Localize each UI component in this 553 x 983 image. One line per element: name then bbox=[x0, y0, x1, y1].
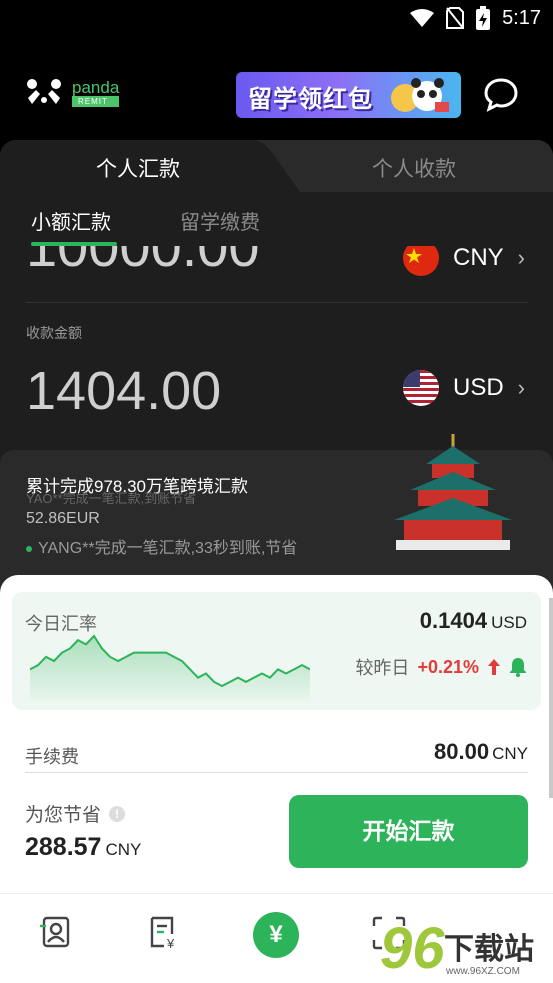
green-dot-icon bbox=[26, 545, 32, 552]
remit-tabs: 个人汇款 个人收款 bbox=[0, 140, 553, 192]
watermark-url: www.96XZ.COM bbox=[446, 966, 520, 977]
fee-label: 手续费 bbox=[25, 747, 79, 767]
tab-personal-receive[interactable]: 个人收款 bbox=[372, 153, 456, 183]
status-icons: 5:17 bbox=[410, 6, 541, 30]
watermark: 96 下载站 www.96XZ.COM bbox=[380, 918, 553, 983]
savings-label: 为您节省 ! bbox=[25, 800, 126, 827]
exchange-rate-box: 今日汇率 0.1404 USD 较昨日 +0.21% bbox=[12, 592, 541, 710]
wifi-icon bbox=[410, 9, 435, 27]
contacts-icon[interactable] bbox=[38, 916, 72, 950]
rate-value: 0.1404 USD bbox=[419, 608, 527, 633]
chevron-right-icon: › bbox=[517, 245, 525, 270]
panda-mascot-icon bbox=[391, 78, 449, 112]
watermark-text: 下载站 bbox=[444, 933, 534, 966]
bell-icon[interactable] bbox=[509, 657, 527, 677]
fee-value: 80.00 CNY bbox=[434, 739, 528, 764]
tab-personal-remit[interactable]: 个人汇款 bbox=[96, 153, 180, 183]
receive-currency-code: USD bbox=[453, 374, 504, 401]
subtabs: 小额汇款 留学缴费 bbox=[0, 202, 553, 246]
svg-text:¥: ¥ bbox=[166, 936, 175, 950]
rate-sparkline-chart bbox=[30, 634, 310, 702]
chevron-right-icon: › bbox=[517, 375, 525, 400]
battery-charging-icon bbox=[476, 6, 491, 30]
bill-icon[interactable]: ¥ bbox=[148, 916, 182, 950]
status-time: 5:17 bbox=[502, 6, 541, 29]
watermark-number: 96 bbox=[380, 916, 445, 981]
temple-of-heaven-icon bbox=[394, 434, 512, 550]
ticker-line: YANG**完成一笔汇款,33秒到账,节省 bbox=[26, 534, 297, 558]
receive-amount: 1404.00 bbox=[26, 361, 222, 421]
subtab-tuition[interactable]: 留学缴费 bbox=[180, 206, 260, 235]
send-currency-code: CNY bbox=[453, 244, 504, 271]
scrollbar[interactable] bbox=[549, 598, 553, 798]
rate-change: 较昨日 +0.21% bbox=[355, 654, 527, 680]
logo-name: panda bbox=[72, 78, 120, 97]
logo-sub: REMIT bbox=[72, 96, 120, 107]
info-icon[interactable]: ! bbox=[109, 805, 126, 822]
savings-value: 288.57 CNY bbox=[25, 833, 142, 861]
ticker-line: YAO**完成一笔汇款,到账节省 bbox=[26, 491, 197, 506]
usa-flag-icon bbox=[403, 370, 439, 406]
subtab-active-indicator bbox=[31, 242, 117, 246]
change-value: +0.21% bbox=[417, 656, 479, 677]
promo-banner-text: 留学领红包 bbox=[248, 86, 373, 113]
app-logo: panda REMIT bbox=[24, 78, 120, 108]
status-bar: 5:17 bbox=[0, 0, 553, 40]
divider bbox=[26, 302, 528, 303]
divider bbox=[25, 772, 528, 773]
start-remit-button[interactable]: 开始汇款 bbox=[289, 795, 528, 868]
quote-panel: 今日汇率 0.1404 USD 较昨日 +0.21% 手续费 80.00 CNY 为… bbox=[0, 575, 553, 910]
change-label: 较昨日 bbox=[355, 658, 410, 678]
subtab-small-remit[interactable]: 小额汇款 bbox=[31, 206, 111, 235]
ticker-line: 52.86EUR bbox=[26, 510, 100, 527]
no-sim-icon bbox=[446, 7, 465, 29]
arrow-up-icon bbox=[488, 659, 500, 675]
tab-shape bbox=[0, 140, 553, 192]
yuan-icon[interactable]: ¥ bbox=[253, 912, 299, 958]
receive-currency-selector[interactable]: USD › bbox=[403, 370, 525, 406]
panda-logo-icon bbox=[27, 79, 61, 104]
chat-icon[interactable] bbox=[482, 76, 520, 114]
receive-label: 收款金额 bbox=[26, 325, 82, 341]
app-header: panda REMIT 留学领红包 bbox=[0, 60, 553, 130]
promo-banner[interactable]: 留学领红包 bbox=[236, 72, 461, 118]
remit-card: 个人汇款 个人收款 10000.00 CNY › 小额汇款 留学缴费 收款金额 … bbox=[0, 140, 553, 910]
